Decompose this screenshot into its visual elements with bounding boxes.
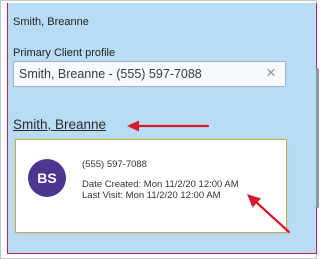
- client-card[interactable]: BS (555) 597-7088 Date Created: Mon 11/2…: [15, 139, 287, 233]
- client-phone: (555) 597-7088: [82, 159, 147, 170]
- avatar: BS: [28, 159, 66, 197]
- client-name-link[interactable]: Smith, Breanne: [13, 117, 106, 132]
- last-visit: Last Visit: Mon 11/2/20 12:00 AM: [82, 190, 221, 201]
- primary-client-profile-value[interactable]: Smith, Breanne - (555) 597-7088: [19, 67, 202, 81]
- scrollbar[interactable]: [316, 68, 319, 208]
- client-header-name: Smith, Breanne: [13, 16, 89, 28]
- date-created: Date Created: Mon 11/2/20 12:00 AM: [82, 179, 239, 190]
- primary-client-profile-label: Primary Client profile: [13, 47, 116, 59]
- clear-icon[interactable]: ×: [263, 64, 279, 82]
- primary-client-profile-field[interactable]: Smith, Breanne - (555) 597-7088 ×: [13, 61, 286, 87]
